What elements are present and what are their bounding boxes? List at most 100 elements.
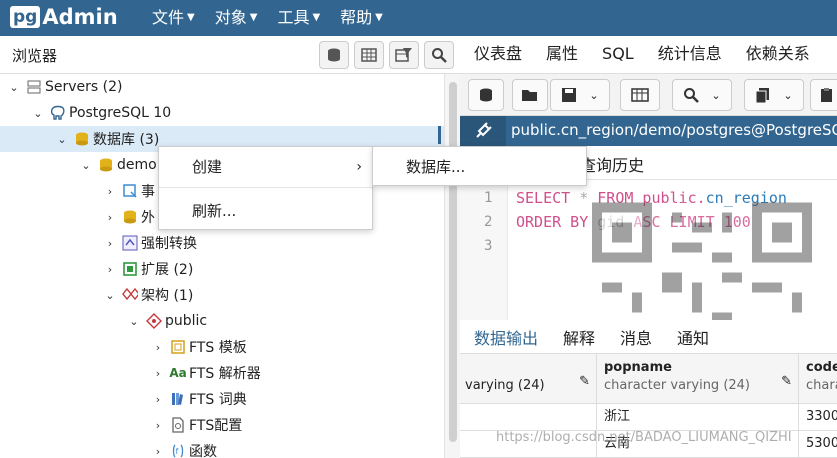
tree-scrollbar[interactable] — [444, 74, 460, 458]
tab-query-history[interactable]: 查询历史 — [580, 152, 644, 176]
tab-sql[interactable]: SQL — [602, 36, 634, 73]
selection-marker — [438, 126, 441, 144]
column-name: code — [806, 360, 837, 375]
chevron-right-icon[interactable]: › — [152, 419, 164, 432]
query-tool-button[interactable] — [319, 41, 349, 69]
paste-button[interactable] — [810, 79, 837, 111]
submenu-database[interactable]: 数据库... — [373, 149, 586, 185]
menu-file[interactable]: 文件 ▼ — [152, 0, 195, 36]
browser-panel-header: 浏览器 — [0, 36, 460, 74]
tree-node-functions[interactable]: › f 函数 — [0, 438, 444, 458]
copy-button[interactable]: ⌄ — [744, 79, 804, 111]
chevron-right-icon[interactable]: › — [104, 185, 116, 198]
chevron-down-icon[interactable]: ⌄ — [589, 89, 598, 102]
chevron-right-icon[interactable]: › — [104, 211, 116, 224]
watermark-text: https://blog.csdn.net/BADAO_LIUMANG_QIZH… — [496, 430, 792, 445]
chevron-down-icon: ▼ — [249, 12, 258, 23]
database-icon — [480, 88, 492, 102]
chevron-down-icon[interactable]: ⌄ — [128, 315, 140, 328]
line-number: 1 — [484, 190, 493, 206]
table-cell[interactable] — [460, 404, 597, 431]
tree-node-schemas[interactable]: ⌄ 架构 (1) — [0, 282, 444, 308]
search-objects-button[interactable] — [424, 41, 454, 69]
table-icon — [361, 48, 377, 62]
tree-node-extensions[interactable]: › 扩展 (2) — [0, 256, 444, 282]
pencil-icon[interactable]: ✎ — [781, 374, 792, 389]
tree-node-casts[interactable]: › 强制转换 — [0, 230, 444, 256]
search-button[interactable]: ⌄ — [672, 79, 732, 111]
chevron-right-icon[interactable]: › — [104, 237, 116, 250]
top-menu-bar: pg Admin 文件 ▼ 对象 ▼ 工具 ▼ 帮助 ▼ — [0, 0, 837, 36]
chevron-down-icon[interactable]: ⌄ — [104, 289, 116, 302]
menu-divider — [159, 187, 372, 188]
table-cell[interactable]: 浙江 — [597, 404, 799, 431]
chevron-down-icon[interactable]: ⌄ — [80, 159, 92, 172]
chevron-down-icon[interactable]: ⌄ — [711, 89, 720, 102]
database-icon — [328, 48, 340, 62]
tree-node-fts-templates[interactable]: › FTS 模板 — [0, 334, 444, 360]
tree-node-postgresql10[interactable]: ⌄ PostgreSQL 10 — [0, 100, 444, 126]
tab-dependencies[interactable]: 依赖关系 — [746, 36, 810, 73]
filtered-rows-button[interactable] — [389, 41, 419, 69]
column-header[interactable]: varying (24) ✎ — [460, 354, 597, 404]
table-cell[interactable]: 5300 — [799, 431, 837, 458]
create-submenu: 数据库... — [372, 146, 587, 186]
fts-config-icon — [170, 417, 186, 433]
tab-statistics[interactable]: 统计信息 — [658, 36, 722, 73]
logo-pg: pg — [10, 6, 41, 28]
chevron-down-icon: ▼ — [187, 12, 195, 23]
fts-parser-icon: Aa — [169, 366, 187, 380]
scrollbar-thumb[interactable] — [449, 82, 457, 442]
database-icon — [98, 157, 114, 173]
tab-notifications[interactable]: 通知 — [677, 325, 709, 349]
tab-messages[interactable]: 消息 — [620, 325, 652, 349]
event-trigger-icon — [122, 183, 138, 199]
column-name: popname — [604, 360, 672, 375]
menu-help[interactable]: 帮助 ▼ — [340, 0, 383, 36]
chevron-right-icon[interactable]: › — [152, 367, 164, 380]
column-header-popname[interactable]: popname character varying (24) ✎ — [597, 354, 799, 404]
connection-button[interactable] — [468, 79, 504, 111]
chevron-down-icon[interactable]: ⌄ — [8, 81, 20, 94]
tab-explain[interactable]: 解释 — [563, 325, 595, 349]
chevron-right-icon[interactable]: › — [152, 393, 164, 406]
chevron-down-icon[interactable]: ⌄ — [783, 89, 792, 102]
tree-node-fts-dictionaries[interactable]: › FTS 词典 — [0, 386, 444, 412]
chevron-down-icon[interactable]: ⌄ — [56, 133, 68, 146]
context-menu-create[interactable]: 创建 › — [159, 149, 372, 185]
search-icon — [432, 48, 447, 63]
table-cell[interactable]: 3300 — [799, 404, 837, 431]
table-icon — [631, 88, 649, 102]
schema-icon — [146, 313, 162, 329]
line-number: 3 — [484, 238, 493, 254]
chevron-right-icon[interactable]: › — [104, 263, 116, 276]
tree-node-fts-configurations[interactable]: › FTS配置 — [0, 412, 444, 438]
save-icon — [562, 88, 577, 102]
connection-path: public.cn_region/demo/postgres@PostgreSQ… — [511, 121, 837, 139]
view-data-button[interactable] — [354, 41, 384, 69]
menu-object[interactable]: 对象 ▼ — [215, 0, 258, 36]
context-menu-refresh[interactable]: 刷新... — [159, 193, 372, 229]
plug-icon[interactable] — [460, 116, 506, 146]
connection-path-bar: public.cn_region/demo/postgres@PostgreSQ… — [460, 116, 837, 146]
foreign-data-icon — [122, 209, 138, 225]
chevron-down-icon: ▼ — [375, 12, 383, 23]
servers-icon — [26, 79, 42, 95]
tab-data-output[interactable]: 数据输出 — [474, 325, 539, 356]
chevron-right-icon[interactable]: › — [152, 445, 164, 458]
open-file-button[interactable] — [512, 79, 548, 111]
chevron-down-icon[interactable]: ⌄ — [32, 107, 44, 120]
tab-dashboard[interactable]: 仪表盘 — [474, 36, 522, 73]
column-header-code[interactable]: code chara — [799, 354, 837, 404]
find-replace-button[interactable] — [620, 79, 660, 111]
tree-node-public[interactable]: ⌄ public — [0, 308, 444, 334]
chevron-right-icon[interactable]: › — [152, 341, 164, 354]
tree-node-servers[interactable]: ⌄ Servers (2) — [0, 74, 444, 100]
tree-node-fts-parsers[interactable]: › Aa FTS 解析器 — [0, 360, 444, 386]
menu-tools[interactable]: 工具 ▼ — [277, 0, 320, 36]
tab-properties[interactable]: 属性 — [546, 36, 578, 73]
folder-open-icon — [522, 90, 537, 101]
pencil-icon[interactable]: ✎ — [579, 374, 590, 389]
save-file-button[interactable]: ⌄ — [550, 79, 610, 111]
line-gutter: 1 2 3 — [460, 180, 508, 320]
